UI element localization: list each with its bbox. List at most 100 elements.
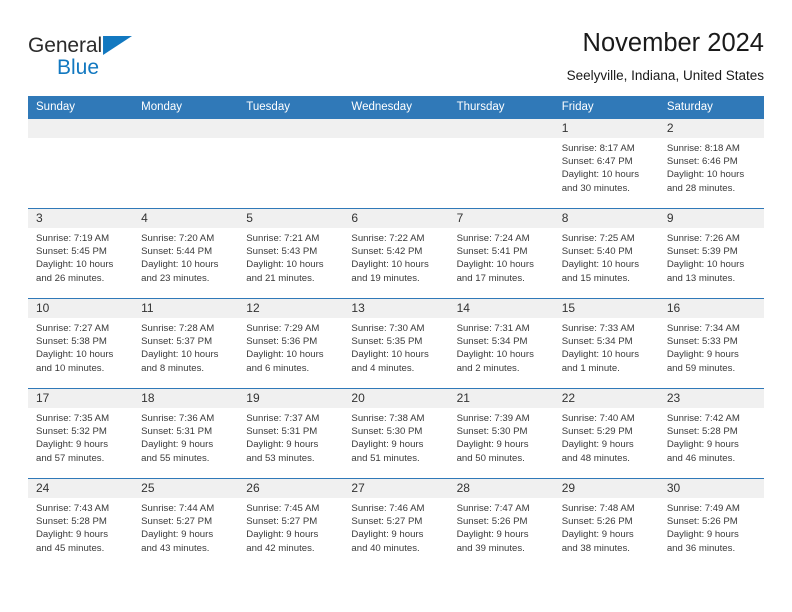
day-number: 7 bbox=[448, 209, 554, 228]
sunrise-text: Sunrise: 7:25 AM bbox=[561, 233, 635, 244]
calendar-day-cell[interactable]: 7 Sunrise: 7:24 AM Sunset: 5:41 PM Daylight… bbox=[448, 208, 554, 299]
calendar-day-cell[interactable]: 9 Sunrise: 7:26 AM Sunset: 5:39 PM Daylight… bbox=[658, 208, 764, 299]
daylight-text-line1: Daylight: 10 hours bbox=[351, 259, 429, 271]
calendar-day-cell[interactable]: 4 Sunrise: 7:20 AM Sunset: 5:44 PM Daylight… bbox=[133, 208, 239, 299]
sunset-text: Sunset: 5:26 PM bbox=[561, 516, 633, 528]
sunrise-text: Sunrise: 7:42 AM bbox=[666, 413, 740, 424]
calendar-day-cell[interactable]: 18 Sunrise: 7:36 AM Sunset: 5:31 PM Dayligh… bbox=[133, 388, 239, 479]
day-number bbox=[343, 119, 449, 138]
daylight-text-line2: and 15 minutes. bbox=[561, 272, 630, 284]
daylight-text-line1: Daylight: 9 hours bbox=[666, 349, 739, 361]
sunrise-text: Sunrise: 7:22 AM bbox=[351, 233, 425, 244]
sunset-text: Sunset: 5:27 PM bbox=[141, 516, 213, 528]
page-title: November 2024 bbox=[582, 29, 764, 57]
daylight-text-line1: Daylight: 9 hours bbox=[456, 529, 529, 541]
calendar-day-cell[interactable]: 25 Sunrise: 7:44 AM Sunset: 5:27 PM Dayligh… bbox=[133, 478, 239, 569]
daylight-text-line2: and 40 minutes. bbox=[351, 542, 420, 554]
day-details: Sunrise: 7:40 AM Sunset: 5:29 PM Daylight:… bbox=[554, 408, 659, 465]
calendar-day-cell[interactable]: 26 Sunrise: 7:45 AM Sunset: 5:27 PM Dayligh… bbox=[238, 478, 344, 569]
daylight-text-line1: Daylight: 10 hours bbox=[141, 259, 219, 271]
calendar-day-cell[interactable]: 5 Sunrise: 7:21 AM Sunset: 5:43 PM Daylight… bbox=[238, 208, 344, 299]
calendar-day-cell[interactable]: 27 Sunrise: 7:46 AM Sunset: 5:27 PM Dayligh… bbox=[343, 478, 449, 569]
triangle-icon bbox=[103, 36, 133, 55]
day-details: Sunrise: 7:38 AM Sunset: 5:30 PM Daylight:… bbox=[343, 408, 448, 465]
calendar-day-cell[interactable]: 13 Sunrise: 7:30 AM Sunset: 5:35 PM Dayligh… bbox=[343, 298, 449, 389]
day-number: 29 bbox=[553, 479, 659, 498]
sunset-text: Sunset: 6:47 PM bbox=[561, 156, 633, 168]
calendar-day-cell[interactable]: 6 Sunrise: 7:22 AM Sunset: 5:42 PM Daylight… bbox=[343, 208, 449, 299]
calendar-day-cell[interactable]: 8 Sunrise: 7:25 AM Sunset: 5:40 PM Daylight… bbox=[553, 208, 659, 299]
calendar-day-cell-empty bbox=[133, 118, 239, 209]
daylight-text-line1: Daylight: 10 hours bbox=[561, 349, 640, 361]
calendar-week-row: 3 Sunrise: 7:19 AM Sunset: 5:45 PM Daylight… bbox=[28, 208, 764, 299]
daylight-text-line2: and 1 minute. bbox=[561, 362, 620, 374]
calendar-day-cell[interactable]: 22 Sunrise: 7:40 AM Sunset: 5:29 PM Dayligh… bbox=[553, 388, 659, 479]
calendar-day-cell[interactable]: 3 Sunrise: 7:19 AM Sunset: 5:45 PM Daylight… bbox=[28, 208, 134, 299]
day-details: Sunrise: 7:48 AM Sunset: 5:26 PM Daylight:… bbox=[554, 498, 659, 555]
calendar-day-cell[interactable]: 23 Sunrise: 7:42 AM Sunset: 5:28 PM Dayligh… bbox=[658, 388, 764, 479]
sunrise-text: Sunrise: 7:40 AM bbox=[561, 413, 635, 424]
sunset-text: Sunset: 5:31 PM bbox=[246, 426, 318, 438]
calendar-day-cell[interactable]: 24 Sunrise: 7:43 AM Sunset: 5:28 PM Dayligh… bbox=[28, 478, 134, 569]
day-details: Sunrise: 7:21 AM Sunset: 5:43 PM Daylight:… bbox=[238, 228, 343, 285]
calendar-week-row: 1 Sunrise: 8:17 AM Sunset: 6:47 PM Daylight… bbox=[28, 118, 764, 209]
calendar-day-cell-empty bbox=[28, 118, 134, 209]
day-number: 23 bbox=[658, 389, 764, 408]
daylight-text-line2: and 8 minutes. bbox=[141, 362, 205, 374]
calendar-day-cell[interactable]: 2 Sunrise: 8:18 AM Sunset: 6:46 PM Daylight… bbox=[658, 118, 764, 209]
day-number: 4 bbox=[133, 209, 239, 228]
calendar-day-cell[interactable]: 17 Sunrise: 7:35 AM Sunset: 5:32 PM Dayligh… bbox=[28, 388, 134, 479]
sunset-text: Sunset: 5:44 PM bbox=[141, 246, 213, 258]
general-blue-logo[interactable]: General Blue bbox=[28, 26, 133, 79]
daylight-text-line2: and 21 minutes. bbox=[246, 272, 315, 284]
day-number: 25 bbox=[133, 479, 239, 498]
calendar-day-cell[interactable]: 14 Sunrise: 7:31 AM Sunset: 5:34 PM Dayligh… bbox=[448, 298, 554, 389]
sunrise-text: Sunrise: 7:38 AM bbox=[351, 413, 425, 424]
calendar-day-cell[interactable]: 21 Sunrise: 7:39 AM Sunset: 5:30 PM Dayligh… bbox=[448, 388, 554, 479]
daylight-text-line2: and 57 minutes. bbox=[36, 452, 105, 464]
sunset-text: Sunset: 5:45 PM bbox=[36, 246, 107, 258]
day-details: Sunrise: 7:45 AM Sunset: 5:27 PM Daylight:… bbox=[238, 498, 343, 555]
daylight-text-line2: and 2 minutes. bbox=[456, 362, 520, 374]
day-number: 15 bbox=[553, 299, 659, 318]
weekday-header-tuesday: Tuesday bbox=[238, 96, 344, 119]
daylight-text-line1: Daylight: 9 hours bbox=[561, 529, 634, 541]
sunrise-text: Sunrise: 7:44 AM bbox=[141, 503, 215, 514]
calendar-day-cell[interactable]: 20 Sunrise: 7:38 AM Sunset: 5:30 PM Dayligh… bbox=[343, 388, 449, 479]
calendar-day-cell[interactable]: 1 Sunrise: 8:17 AM Sunset: 6:47 PM Daylight… bbox=[553, 118, 659, 209]
calendar-day-cell[interactable]: 10 Sunrise: 7:27 AM Sunset: 5:38 PM Dayligh… bbox=[28, 298, 134, 389]
daylight-text-line1: Daylight: 9 hours bbox=[561, 439, 634, 451]
day-number: 1 bbox=[553, 119, 659, 138]
calendar-day-cell-empty bbox=[448, 118, 554, 209]
calendar-day-cell[interactable]: 16 Sunrise: 7:34 AM Sunset: 5:33 PM Dayligh… bbox=[658, 298, 764, 389]
day-number: 18 bbox=[133, 389, 239, 408]
calendar-day-cell[interactable]: 19 Sunrise: 7:37 AM Sunset: 5:31 PM Dayligh… bbox=[238, 388, 344, 479]
day-details: Sunrise: 7:33 AM Sunset: 5:34 PM Daylight:… bbox=[554, 318, 659, 375]
sunrise-text: Sunrise: 8:18 AM bbox=[666, 143, 740, 154]
daylight-text-line2: and 55 minutes. bbox=[141, 452, 210, 464]
day-details: Sunrise: 7:20 AM Sunset: 5:44 PM Daylight:… bbox=[133, 228, 238, 285]
day-number: 27 bbox=[343, 479, 449, 498]
calendar-day-cell-empty bbox=[238, 118, 344, 209]
calendar-day-cell[interactable]: 30 Sunrise: 7:49 AM Sunset: 5:26 PM Dayligh… bbox=[658, 478, 764, 569]
day-details: Sunrise: 7:29 AM Sunset: 5:36 PM Daylight:… bbox=[238, 318, 343, 375]
daylight-text-line2: and 19 minutes. bbox=[351, 272, 420, 284]
day-number: 19 bbox=[238, 389, 344, 408]
calendar-day-cell[interactable]: 29 Sunrise: 7:48 AM Sunset: 5:26 PM Dayligh… bbox=[553, 478, 659, 569]
daylight-text-line2: and 43 minutes. bbox=[141, 542, 210, 554]
calendar-week-row: 10 Sunrise: 7:27 AM Sunset: 5:38 PM Dayligh… bbox=[28, 298, 764, 389]
calendar-day-cell-empty bbox=[343, 118, 449, 209]
calendar-day-cell[interactable]: 12 Sunrise: 7:29 AM Sunset: 5:36 PM Dayligh… bbox=[238, 298, 344, 389]
sunset-text: Sunset: 5:33 PM bbox=[666, 336, 738, 348]
sunset-text: Sunset: 5:28 PM bbox=[666, 426, 738, 438]
sunrise-text: Sunrise: 7:46 AM bbox=[351, 503, 425, 514]
calendar-day-cell[interactable]: 11 Sunrise: 7:28 AM Sunset: 5:37 PM Dayligh… bbox=[133, 298, 239, 389]
daylight-text-line1: Daylight: 9 hours bbox=[246, 529, 319, 541]
calendar-day-cell[interactable]: 15 Sunrise: 7:33 AM Sunset: 5:34 PM Dayligh… bbox=[553, 298, 659, 389]
calendar-day-cell[interactable]: 28 Sunrise: 7:47 AM Sunset: 5:26 PM Dayligh… bbox=[448, 478, 554, 569]
sunrise-text: Sunrise: 8:17 AM bbox=[561, 143, 635, 154]
daylight-text-line2: and 42 minutes. bbox=[246, 542, 315, 554]
day-number: 11 bbox=[133, 299, 239, 318]
day-details: Sunrise: 7:43 AM Sunset: 5:28 PM Daylight:… bbox=[28, 498, 133, 555]
day-details: Sunrise: 7:44 AM Sunset: 5:27 PM Daylight:… bbox=[133, 498, 238, 555]
